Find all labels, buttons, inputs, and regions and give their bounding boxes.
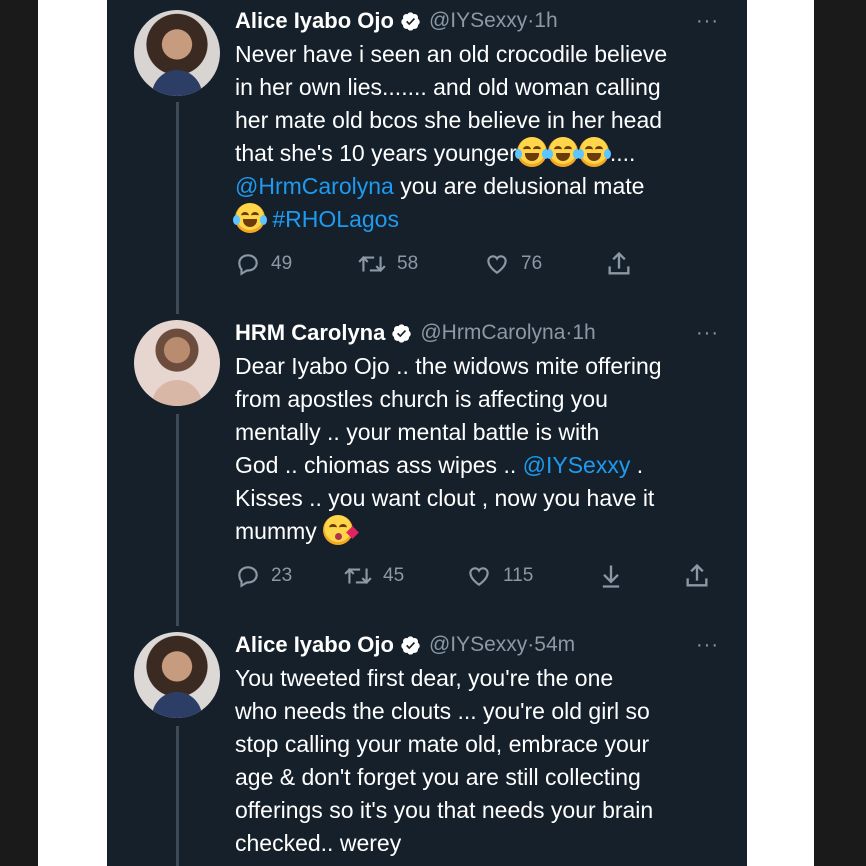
display-name[interactable]: HRM Carolyna <box>235 320 385 346</box>
user-handle[interactable]: @IYSexxy <box>429 9 527 33</box>
verified-icon <box>392 323 412 343</box>
retweet-icon <box>344 568 372 584</box>
hashtag-link[interactable]: #RHOLagos <box>272 206 399 232</box>
tears-of-joy-emoji <box>233 203 267 233</box>
thread-line <box>176 102 179 314</box>
like-button[interactable]: 115 <box>465 563 597 589</box>
retweet-icon <box>358 256 386 272</box>
tweet-line: checked.. werey <box>235 830 402 856</box>
timestamp[interactable]: 1h <box>534 9 557 33</box>
twitter-thread-screen: Alice Iyabo Ojo @IYSexxy · 1h ··· Never … <box>107 0 747 866</box>
more-icon[interactable]: ··· <box>696 634 719 657</box>
reply-icon <box>238 254 258 276</box>
display-name[interactable]: Alice Iyabo Ojo <box>235 632 394 658</box>
tweet-line: You tweeted first dear, you're the one <box>235 665 614 691</box>
like-button[interactable]: 76 <box>483 251 605 277</box>
tweet-actions: 23 45 115 <box>235 558 727 594</box>
share-button[interactable] <box>683 562 711 590</box>
timestamp[interactable]: 54m <box>534 633 575 657</box>
tweet-text: You tweeted first dear, you're the one w… <box>235 662 727 860</box>
retweet-count: 58 <box>397 253 419 274</box>
tweet-header: Alice Iyabo Ojo @IYSexxy · 54m ··· <box>235 628 727 662</box>
more-icon[interactable]: ··· <box>696 10 719 33</box>
like-count: 76 <box>521 253 543 274</box>
retweet-count: 45 <box>383 565 405 586</box>
user-handle[interactable]: @HrmCarolyna <box>420 321 565 345</box>
tweet-line: #RHOLagos <box>233 203 727 236</box>
retweet-button[interactable]: 58 <box>357 251 483 277</box>
tweet-line: from apostles church is affecting you <box>235 386 608 412</box>
reply-icon <box>238 566 258 588</box>
like-icon <box>487 255 507 274</box>
tweet-line: God .. chiomas ass wipes .. @IYSexxy . <box>235 452 644 478</box>
tweet-line: Kisses .. you want clout , now you have … <box>235 485 655 511</box>
separator: · <box>527 633 535 656</box>
thread-line <box>176 726 179 866</box>
tweet-actions: 49 58 76 <box>235 246 727 282</box>
download-icon <box>602 565 620 588</box>
reply-button[interactable]: 49 <box>235 251 357 277</box>
tweet-line: @HrmCarolyna you are delusional mate <box>235 173 645 199</box>
tweet-line: stop calling your mate old, embrace your <box>235 731 650 757</box>
tweet-line: mentally .. your mental battle is with <box>235 419 600 445</box>
avatar[interactable] <box>134 320 220 406</box>
tweet-line: that she's 10 years younger.... <box>235 137 727 170</box>
tweet-header: Alice Iyabo Ojo @IYSexxy · 1h ··· <box>235 4 727 38</box>
like-count: 115 <box>503 565 534 586</box>
separator: · <box>565 321 573 344</box>
verified-icon <box>401 11 420 31</box>
avatar[interactable] <box>134 10 220 96</box>
tweet-line: Dear Iyabo Ojo .. the widows mite offeri… <box>235 353 662 379</box>
display-name[interactable]: Alice Iyabo Ojo <box>235 8 394 34</box>
tears-of-joy-emoji <box>545 137 580 167</box>
tears-of-joy-emoji <box>576 137 611 167</box>
kissing-heart-emoji <box>323 515 360 545</box>
avatar[interactable] <box>134 632 220 718</box>
reply-count: 23 <box>271 565 293 586</box>
like-icon <box>469 567 489 586</box>
tweet-header: HRM Carolyna @HrmCarolyna · 1h ··· <box>235 316 727 350</box>
reply-button[interactable]: 23 <box>235 563 343 589</box>
thread-line <box>176 414 179 626</box>
tweet-line: offerings so it's you that needs your br… <box>235 797 654 823</box>
user-handle[interactable]: @IYSexxy <box>429 633 527 657</box>
share-icon <box>608 251 630 275</box>
share-button[interactable] <box>605 250 633 278</box>
reply-count: 49 <box>271 253 293 274</box>
retweet-button[interactable]: 45 <box>343 563 465 589</box>
tears-of-joy-emoji <box>514 137 549 167</box>
download-button[interactable] <box>597 562 683 590</box>
share-icon <box>686 563 708 587</box>
mention-link[interactable]: @IYSexxy <box>523 452 631 478</box>
tweet-line: who needs the clouts ... you're old girl… <box>235 698 650 724</box>
separator: · <box>527 9 535 32</box>
tweet-text: Never have i seen an old crocodile belie… <box>233 38 727 236</box>
timestamp[interactable]: 1h <box>572 321 595 345</box>
mention-link[interactable]: @HrmCarolyna <box>235 173 394 199</box>
more-icon[interactable]: ··· <box>696 322 719 345</box>
tweet-line: Never have i seen an old crocodile belie… <box>235 41 668 67</box>
tweet-line: her mate old bcos she believe in her hea… <box>235 107 663 133</box>
tweet-line: in her own lies....... and old woman cal… <box>235 74 661 100</box>
tweet-line: mummy <box>235 515 727 548</box>
tweet-text: Dear Iyabo Ojo .. the widows mite offeri… <box>235 350 727 548</box>
tweet-line: age & don't forget you are still collect… <box>235 764 641 790</box>
verified-icon <box>401 635 420 655</box>
